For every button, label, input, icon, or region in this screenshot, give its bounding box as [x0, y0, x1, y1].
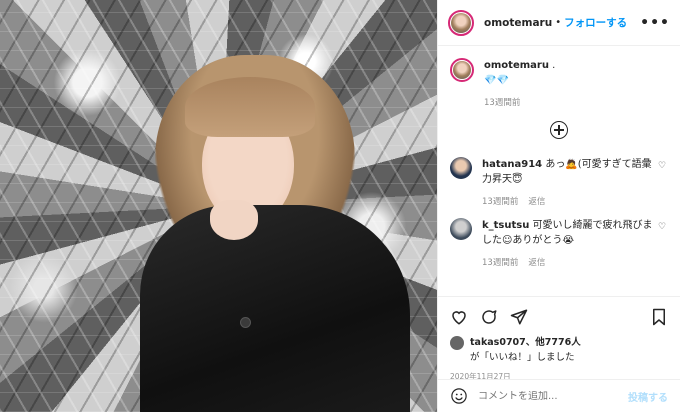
follow-button[interactable]: フォローする — [564, 15, 627, 30]
commenter-avatar[interactable] — [450, 218, 472, 240]
likes-text: が「いいね！」しました — [470, 352, 575, 363]
hand — [210, 200, 258, 240]
caption-row: omotemaru . 💎💎 13週間前 — [450, 58, 668, 111]
comment-time[interactable]: 13週間前 — [482, 256, 518, 271]
post-modal: omotemaru • フォローする ••• omotemaru . 💎💎 13… — [0, 0, 680, 412]
bangs — [185, 77, 315, 137]
comment-username[interactable]: hatana914 — [482, 159, 542, 170]
caption-text: . — [552, 60, 556, 71]
emoji-icon[interactable] — [450, 387, 468, 405]
caption-emoji: 💎💎 — [484, 75, 509, 86]
comment-box: 投稿する — [438, 379, 680, 412]
comment-like-icon[interactable]: ♡ — [658, 161, 668, 210]
comment-input[interactable] — [478, 390, 628, 402]
post-comment-button[interactable]: 投稿する — [628, 389, 668, 404]
author-avatar[interactable] — [448, 9, 474, 36]
comment-like-icon[interactable]: ♡ — [658, 222, 668, 271]
post-header: omotemaru • フォローする ••• — [438, 0, 680, 46]
commenter-avatar[interactable] — [450, 157, 472, 179]
likes-count[interactable]: 、他7776人 — [526, 337, 581, 348]
caption-username[interactable]: omotemaru — [484, 60, 549, 71]
comment-icon[interactable] — [480, 308, 498, 326]
likes-summary[interactable]: takas0707、他7776人 が「いいね！」しました — [450, 335, 668, 365]
photo-subject — [140, 55, 420, 412]
comment-row: k_tsutsu 可愛いし綺麗で疲れ飛びました☺ありがとう😭 13週間前 返信 … — [450, 218, 668, 271]
comment-row: hatana914 あっ🙇(可愛すぎて語彙力昇天😇 13週間前 返信 ♡ — [450, 157, 668, 210]
comment-time[interactable]: 13週間前 — [482, 195, 518, 210]
reply-button[interactable]: 返信 — [528, 195, 545, 210]
separator-dot: • — [555, 17, 562, 28]
comments-section: omotemaru . 💎💎 13週間前 hatana914 あっ🙇(可愛すぎて… — [438, 46, 680, 281]
coat-button — [240, 317, 251, 328]
bookmark-icon[interactable] — [650, 308, 668, 326]
comment-username[interactable]: k_tsutsu — [482, 220, 529, 231]
load-more-icon[interactable] — [550, 121, 568, 139]
more-icon[interactable]: ••• — [640, 15, 670, 31]
coat — [140, 205, 410, 412]
share-icon[interactable] — [510, 308, 528, 326]
post-photo[interactable] — [0, 0, 437, 412]
heart-icon[interactable] — [450, 308, 468, 326]
side-panel: omotemaru • フォローする ••• omotemaru . 💎💎 13… — [437, 0, 680, 412]
reply-button[interactable]: 返信 — [528, 256, 545, 271]
author-username[interactable]: omotemaru — [484, 17, 552, 29]
caption-avatar[interactable] — [450, 58, 474, 82]
post-actions: takas0707、他7776人 が「いいね！」しました 2020年11月27日 — [438, 296, 680, 382]
liker-avatar — [450, 336, 464, 350]
likes-user[interactable]: takas0707 — [470, 337, 526, 348]
caption-time[interactable]: 13週間前 — [484, 96, 520, 111]
